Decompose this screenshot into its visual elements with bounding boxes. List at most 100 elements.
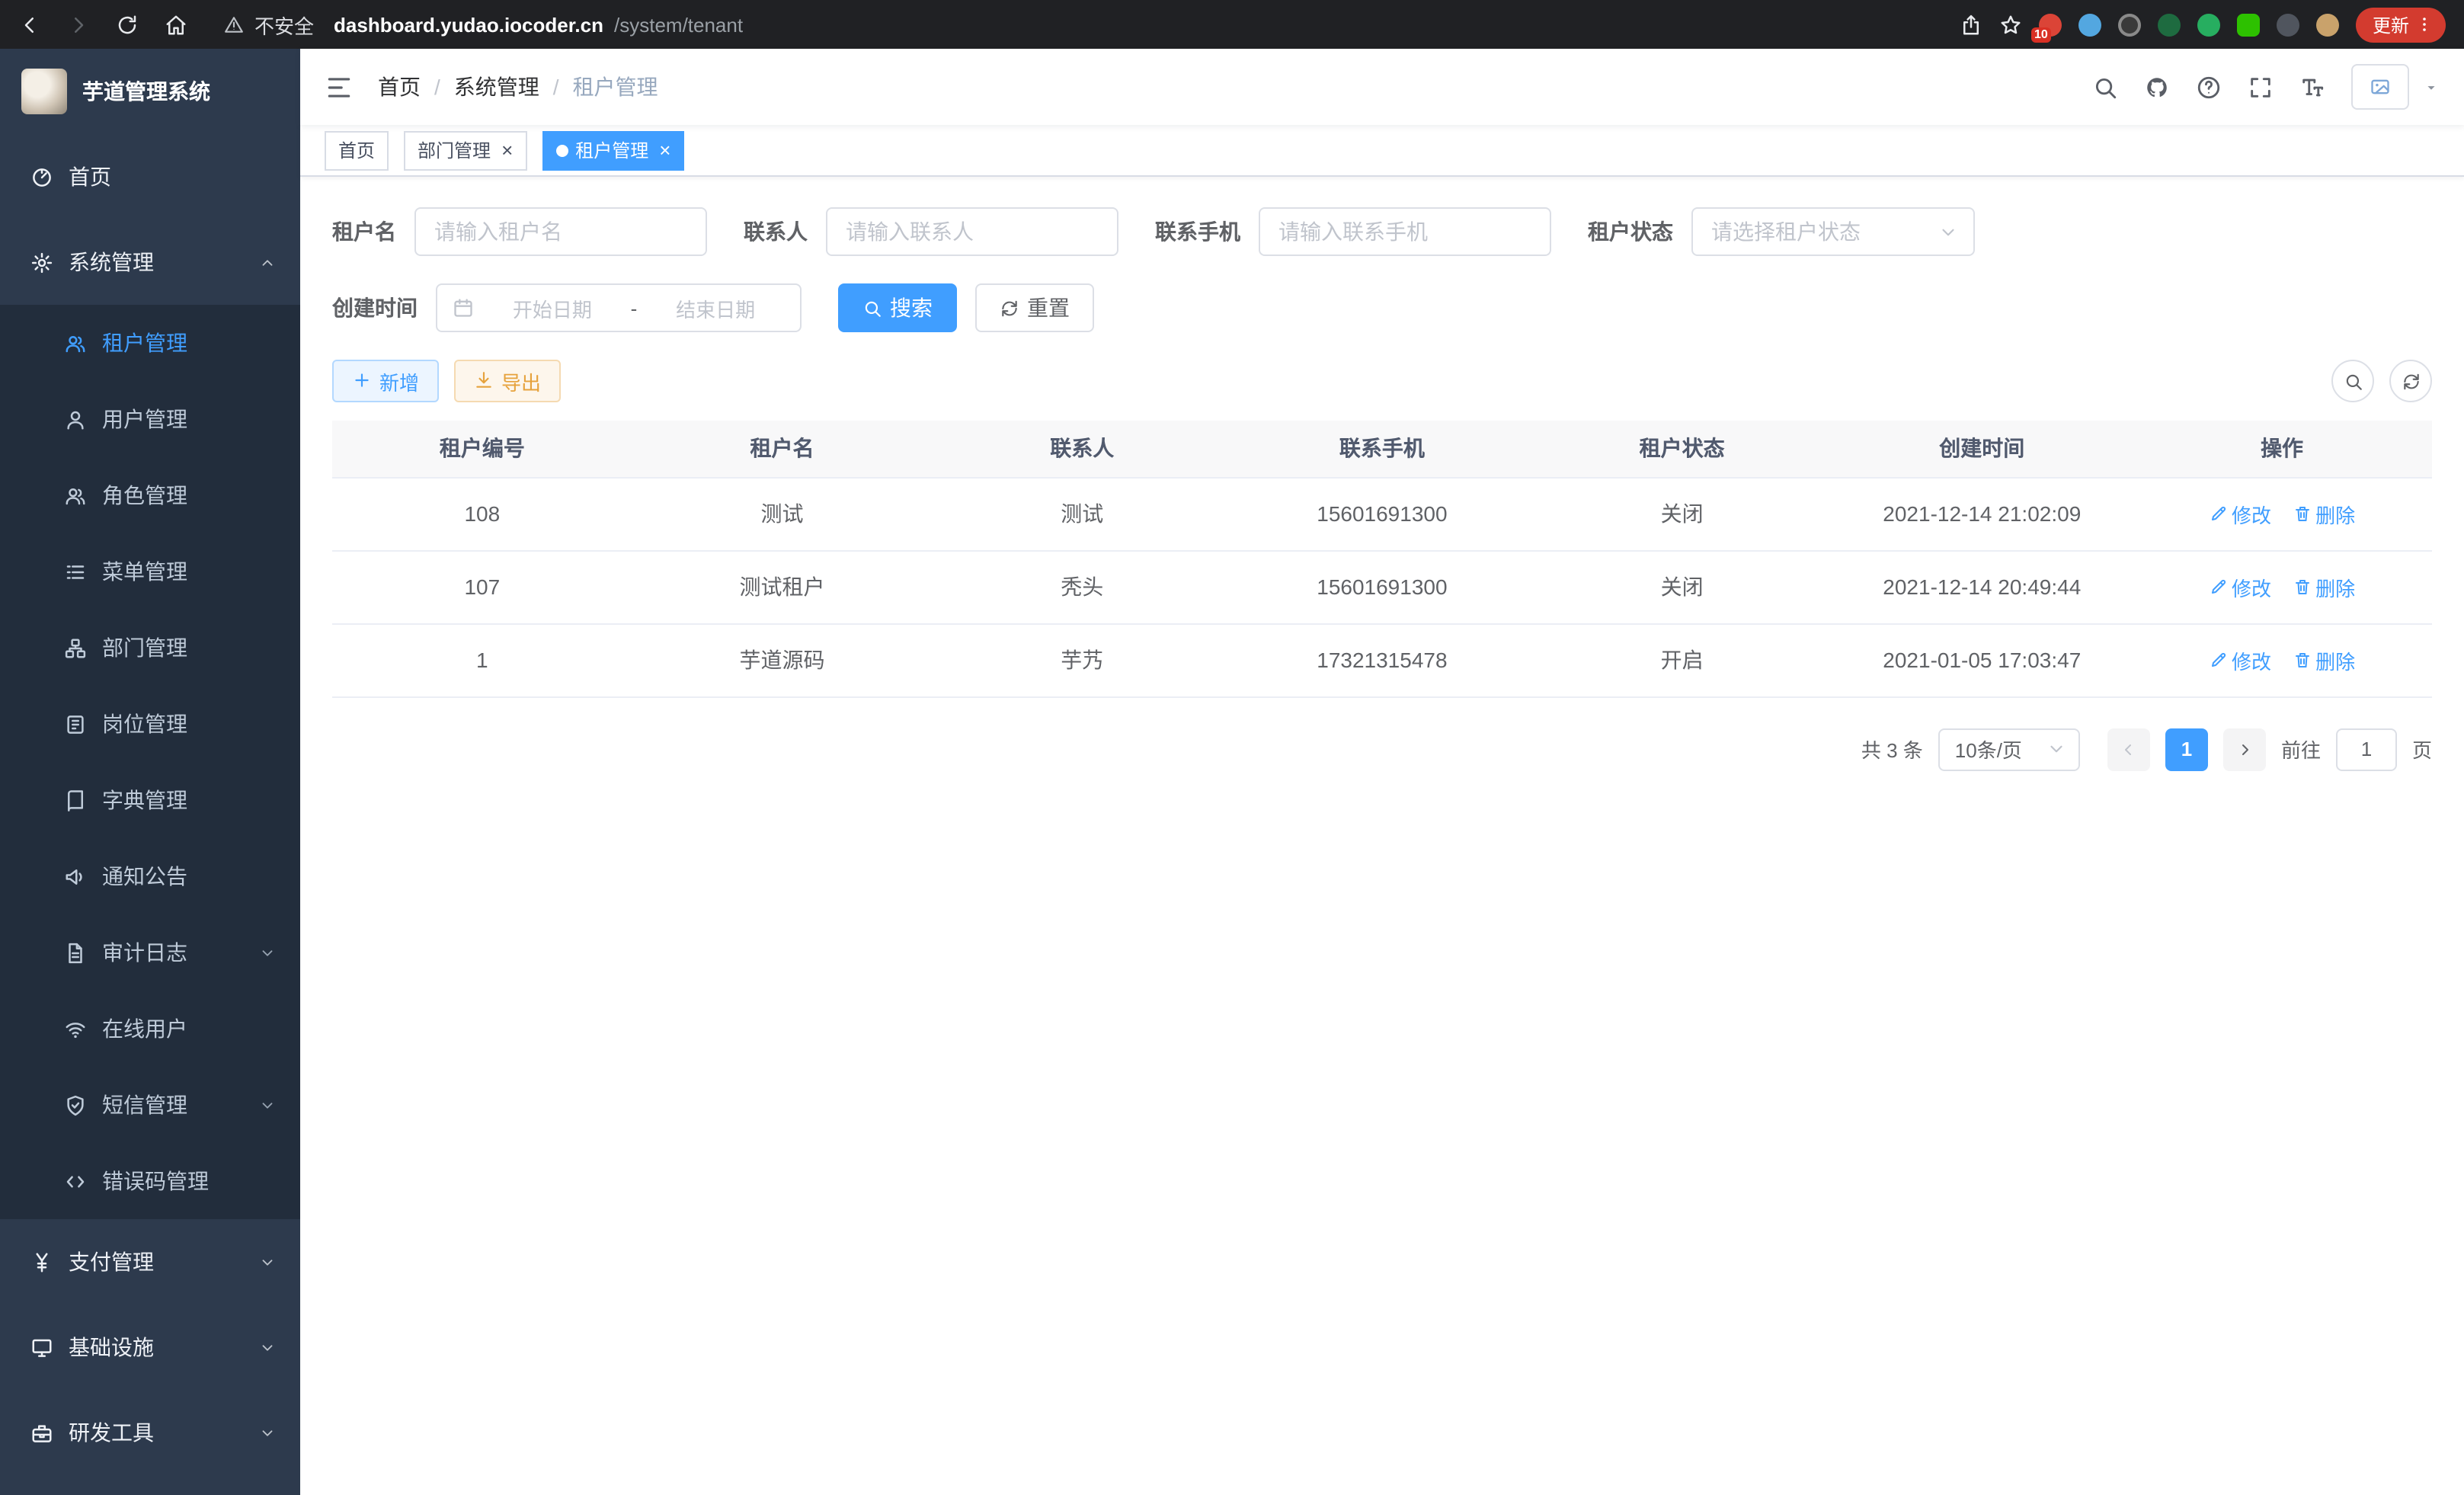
tenant-status-select[interactable]: 请选择租户状态: [1691, 207, 1975, 256]
sidebar-item-11[interactable]: 审计日志: [0, 914, 300, 991]
page-size-label: 10条/页: [1955, 735, 2022, 764]
fullscreen-icon[interactable]: [2248, 74, 2274, 100]
sidebar-item-4[interactable]: 用户管理: [0, 381, 300, 457]
page-unit-label: 页: [2412, 735, 2432, 764]
edit-button[interactable]: 修改: [2209, 499, 2271, 528]
edit-button[interactable]: 修改: [2209, 572, 2271, 601]
delete-button[interactable]: 删除: [2293, 572, 2355, 601]
chevron-down-icon: [1938, 222, 1958, 242]
tab-2[interactable]: 部门管理 ×: [404, 130, 526, 170]
bookmark-star-icon[interactable]: [1999, 13, 2022, 36]
sidebar-item-9[interactable]: 字典管理: [0, 762, 300, 838]
create-time-label: 创建时间: [332, 293, 418, 323]
edit-button-label: 修改: [2232, 645, 2271, 674]
extension-icon-8[interactable]: [2316, 13, 2339, 36]
delete-button[interactable]: 删除: [2293, 499, 2355, 528]
github-icon[interactable]: [2144, 74, 2170, 100]
extension-icon-1[interactable]: 10: [2039, 13, 2062, 36]
reset-button[interactable]: 重置: [975, 283, 1094, 332]
extension-icon-3[interactable]: [2118, 13, 2141, 36]
browser-chrome: 不安全 dashboard.yudao.iocoder.cn/system/te…: [0, 0, 2464, 49]
broken-image-icon: [2370, 75, 2391, 99]
tenant-name-input[interactable]: [414, 207, 707, 256]
font-size-icon[interactable]: [2299, 74, 2325, 100]
next-page-button[interactable]: [2223, 728, 2266, 770]
sidebar-item-15[interactable]: 支付管理: [0, 1219, 300, 1305]
extension-icon-5[interactable]: [2197, 13, 2220, 36]
delete-button[interactable]: 删除: [2293, 645, 2355, 674]
status-label: 租户状态: [1588, 216, 1673, 247]
column-header-5: 租户状态: [1532, 421, 1832, 477]
app-shell: 芋道管理系统 首页系统管理租户管理用户管理角色管理菜单管理部门管理岗位管理字典管…: [0, 49, 2464, 1495]
sidebar-item-7[interactable]: 部门管理: [0, 610, 300, 686]
page-size-select[interactable]: 10条/页: [1938, 728, 2080, 770]
tab-label: 部门管理: [418, 137, 491, 163]
sidebar-item-1[interactable]: 首页: [0, 134, 300, 219]
sidebar-item-label: 租户管理: [102, 328, 187, 358]
sidebar-item-label: 通知公告: [102, 861, 187, 892]
sidebar-item-10[interactable]: 通知公告: [0, 838, 300, 914]
export-button[interactable]: 导出: [454, 360, 561, 402]
toggle-search-button[interactable]: [2331, 360, 2374, 402]
share-icon[interactable]: [1960, 13, 1982, 36]
sidebar-item-17[interactable]: 研发工具: [0, 1390, 300, 1475]
browser-menu-dots-icon[interactable]: [2415, 15, 2434, 34]
tab-close-icon[interactable]: ×: [501, 140, 513, 160]
refresh-table-button[interactable]: [2389, 360, 2432, 402]
sidebar-item-8[interactable]: 岗位管理: [0, 686, 300, 762]
edit-button[interactable]: 修改: [2209, 645, 2271, 674]
add-button[interactable]: 新增: [332, 360, 439, 402]
tab-3[interactable]: 租户管理×: [542, 130, 684, 170]
prev-page-button[interactable]: [2107, 728, 2150, 770]
tab-close-icon[interactable]: ×: [659, 140, 670, 160]
table-row-3: 1芋道源码芋艿17321315478开启2021-01-05 17:03:47修…: [332, 623, 2432, 696]
browser-toolbar-right: 10 更新: [1960, 7, 2446, 42]
sidebar-item-14[interactable]: 错误码管理: [0, 1143, 300, 1219]
search-button-label: 搜索: [890, 293, 933, 323]
sidebar-item-5[interactable]: 角色管理: [0, 457, 300, 533]
cell-phone: 15601691300: [1232, 477, 1532, 550]
table-header-row: 租户编号租户名联系人联系手机租户状态创建时间操作: [332, 421, 2432, 477]
sidebar-item-label: 首页: [69, 162, 111, 192]
sidebar-logo[interactable]: 芋道管理系统: [0, 49, 300, 134]
sidebar-item-16[interactable]: 基础设施: [0, 1305, 300, 1390]
address-bar[interactable]: 不安全 dashboard.yudao.iocoder.cn/system/te…: [224, 10, 1947, 39]
tab-1[interactable]: 首页: [325, 130, 389, 170]
goto-page-input[interactable]: [2336, 728, 2397, 770]
sidebar-item-13[interactable]: 短信管理: [0, 1067, 300, 1143]
breadcrumb-item-1[interactable]: 首页: [378, 72, 421, 102]
search-icon[interactable]: [2092, 74, 2118, 100]
phone-input[interactable]: [1259, 207, 1551, 256]
sidebar-item-label: 菜单管理: [102, 556, 187, 587]
browser-forward-icon[interactable]: [67, 13, 90, 36]
table-row-2: 107测试租户秃头15601691300关闭2021-12-14 20:49:4…: [332, 550, 2432, 623]
edit-button-label: 修改: [2232, 499, 2271, 528]
breadcrumb-separator: /: [434, 75, 440, 99]
avatar-caret-icon[interactable]: [2423, 78, 2440, 95]
browser-back-icon[interactable]: [18, 13, 41, 36]
create-time-range-picker[interactable]: 开始日期 - 结束日期: [436, 283, 802, 332]
browser-home-icon[interactable]: [165, 13, 187, 36]
page-1-button[interactable]: 1: [2165, 728, 2208, 770]
avatar[interactable]: [2351, 64, 2409, 110]
sidebar-item-6[interactable]: 菜单管理: [0, 533, 300, 610]
contact-input[interactable]: [826, 207, 1118, 256]
sidebar-item-2[interactable]: 系统管理: [0, 219, 300, 305]
cell-id: 1: [332, 623, 632, 696]
update-button[interactable]: 更新: [2356, 7, 2446, 42]
sidebar-item-12[interactable]: 在线用户: [0, 991, 300, 1067]
extension-icon-2[interactable]: [2078, 13, 2101, 36]
extension-icon-7[interactable]: [2277, 13, 2299, 36]
sidebar-item-3[interactable]: 租户管理: [0, 305, 300, 381]
browser-reload-icon[interactable]: [116, 13, 139, 36]
help-icon[interactable]: [2196, 74, 2222, 100]
search-button[interactable]: 搜索: [838, 283, 957, 332]
phone-label: 联系手机: [1155, 216, 1240, 247]
extension-icon-4[interactable]: [2158, 13, 2181, 36]
sidebar-item-label: 审计日志: [102, 937, 187, 968]
extension-icon-6[interactable]: [2237, 13, 2260, 36]
breadcrumb-item-2[interactable]: 系统管理: [454, 72, 539, 102]
sidebar-toggle-icon[interactable]: [325, 72, 354, 101]
cell-phone: 15601691300: [1232, 550, 1532, 623]
export-button-label: 导出: [501, 367, 541, 395]
